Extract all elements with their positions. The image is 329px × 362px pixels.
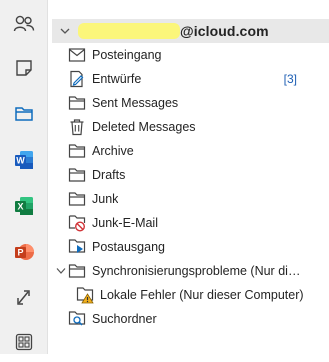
search-folder-icon — [68, 310, 86, 328]
folder-label: Archive — [92, 144, 134, 158]
folder-posteingang[interactable]: Posteingang — [48, 43, 329, 67]
folder-label: Postausgang — [92, 240, 165, 254]
unread-count: [3] — [283, 72, 297, 86]
folder-icon — [68, 142, 86, 160]
folder-label: Suchordner — [92, 312, 157, 326]
trash-icon — [68, 118, 86, 136]
app-rail: W X P — [0, 0, 48, 354]
junk-icon — [68, 214, 86, 232]
folder-label: Posteingang — [92, 48, 162, 62]
folder-entwuerfe[interactable]: Entwürfe [3] — [48, 67, 329, 91]
excel-button[interactable]: X — [0, 186, 47, 226]
folder-icon — [68, 94, 86, 112]
chevron-down-icon[interactable] — [60, 26, 70, 36]
folder-label: Junk-E-Mail — [92, 216, 158, 230]
warning-folder-icon — [76, 286, 94, 304]
folder-pane: @icloud.com Posteingang Entwürfe [3] Sen… — [48, 0, 329, 354]
folder-icon — [68, 166, 86, 184]
folder-label: Junk — [92, 192, 119, 206]
chevron-down-icon[interactable] — [56, 267, 66, 275]
folder-label: Sent Messages — [92, 96, 179, 110]
word-button[interactable]: W — [0, 140, 47, 180]
apps-button[interactable] — [0, 322, 47, 362]
account-name: @icloud.com — [180, 23, 269, 39]
svg-text:P: P — [17, 248, 23, 258]
folder-icon — [68, 190, 86, 208]
folder-junk-e-mail[interactable]: Junk-E-Mail — [48, 211, 329, 235]
folder-suchordner[interactable]: Suchordner — [48, 307, 329, 331]
folder-lokale-fehler[interactable]: Lokale Fehler (Nur dieser Computer) — [48, 283, 329, 307]
folder-synchronisierungsprobleme[interactable]: Synchronisierungsprobleme (Nur dieser Co… — [48, 259, 329, 283]
word-icon: W — [14, 151, 33, 169]
folder-postausgang[interactable]: Postausgang — [48, 235, 329, 259]
contacts-button[interactable] — [0, 4, 47, 44]
account-header[interactable]: @icloud.com — [52, 19, 329, 43]
folder-deleted-messages[interactable]: Deleted Messages — [48, 115, 329, 139]
apps-icon — [15, 333, 32, 351]
folder-archive[interactable]: Archive — [48, 139, 329, 163]
excel-icon: X — [14, 197, 33, 215]
folder-label: Deleted Messages — [92, 120, 196, 134]
folder-label: Lokale Fehler (Nur dieser Computer) — [100, 288, 304, 302]
powerpoint-button[interactable]: P — [0, 232, 47, 272]
powerpoint-icon: P — [14, 244, 34, 260]
folder-label: Entwürfe — [92, 72, 142, 86]
note-icon — [15, 60, 32, 76]
folder-icon — [68, 262, 86, 280]
inbox-icon — [68, 46, 86, 64]
sync-icon — [16, 290, 30, 305]
folder-junk[interactable]: Junk — [48, 187, 329, 211]
svg-text:W: W — [16, 156, 25, 166]
folders-button[interactable] — [0, 94, 47, 134]
sync-button[interactable] — [0, 278, 47, 318]
redacted-email-name — [78, 23, 180, 39]
outbox-icon — [68, 238, 86, 256]
folder-label: Synchronisierungsprobleme (Nur dieser Co… — [92, 264, 304, 278]
people-icon — [13, 15, 34, 32]
folder-label: Drafts — [92, 168, 126, 182]
notes-button[interactable] — [0, 48, 47, 88]
folder-list: Posteingang Entwürfe [3] Sent Messages D… — [48, 43, 329, 331]
drafts-icon — [68, 70, 86, 88]
folder-sent-messages[interactable]: Sent Messages — [48, 91, 329, 115]
folder-icon — [14, 107, 33, 121]
svg-text:X: X — [17, 202, 23, 212]
folder-drafts[interactable]: Drafts — [48, 163, 329, 187]
